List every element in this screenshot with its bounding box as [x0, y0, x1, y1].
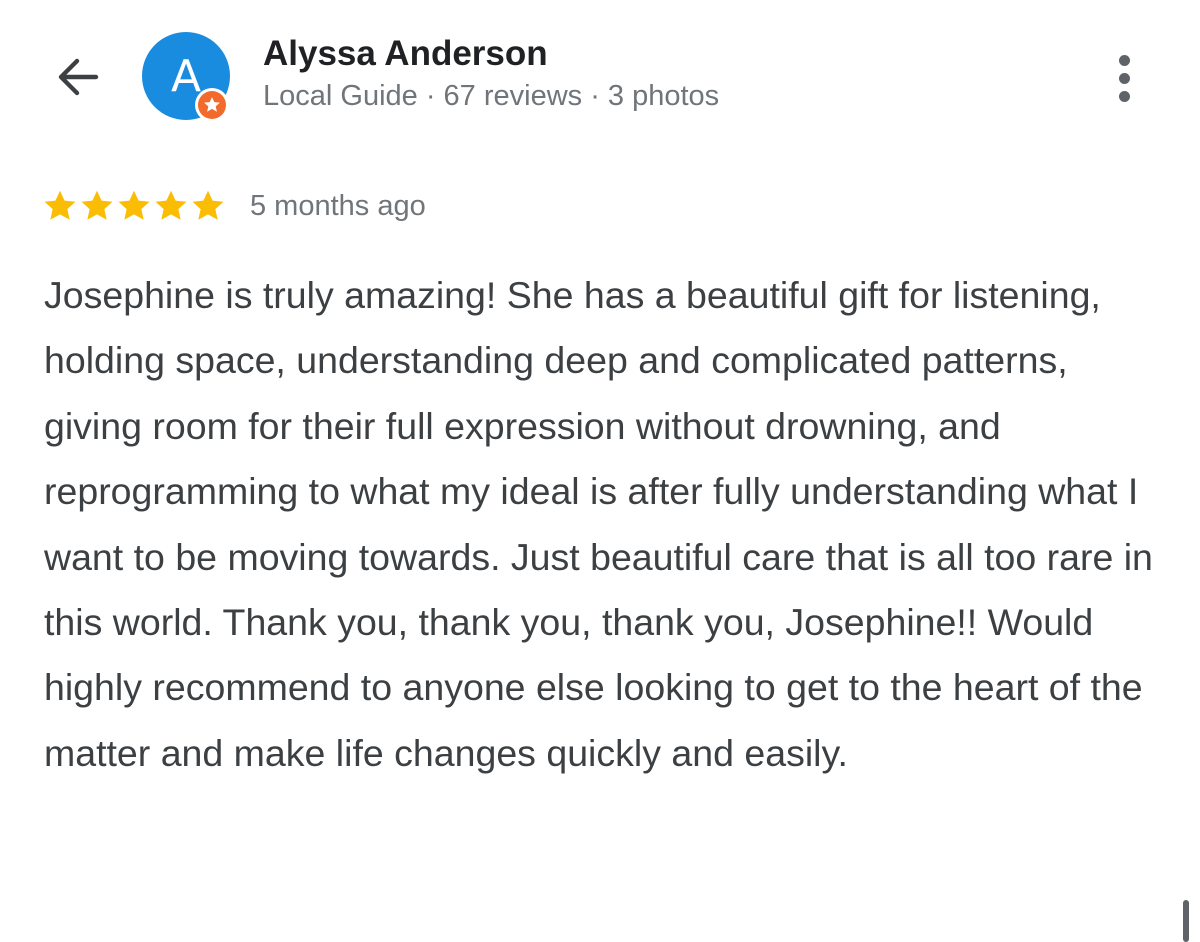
avatar[interactable]: A — [142, 32, 232, 122]
scrollbar[interactable] — [1183, 900, 1189, 942]
review-header: A Alyssa Anderson Local Guide · 67 revie… — [0, 0, 1200, 140]
star-icon — [44, 190, 76, 220]
rating-row: 5 months ago — [42, 186, 426, 226]
review-text: Josephine is truly amazing! She has a be… — [44, 274, 1153, 774]
star-icon — [118, 190, 150, 220]
star-icon — [192, 190, 224, 220]
more-vert-icon — [1118, 54, 1130, 66]
more-vert-icon-dot — [1118, 72, 1130, 84]
reviewer-name[interactable]: Alyssa Anderson — [263, 34, 548, 74]
star-icon — [155, 190, 187, 220]
review-time: 5 months ago — [250, 189, 426, 222]
star-rating — [42, 188, 226, 224]
local-guide-badge — [195, 88, 229, 122]
arrow-back-icon — [58, 58, 99, 96]
local-guide-star-icon — [198, 91, 226, 119]
more-options-button[interactable] — [1102, 50, 1146, 106]
reviewer-meta: Local Guide · 67 reviews · 3 photos — [263, 80, 720, 112]
star-icon — [81, 190, 113, 220]
back-button[interactable] — [48, 48, 106, 106]
more-vert-icon-dot — [1118, 90, 1130, 102]
